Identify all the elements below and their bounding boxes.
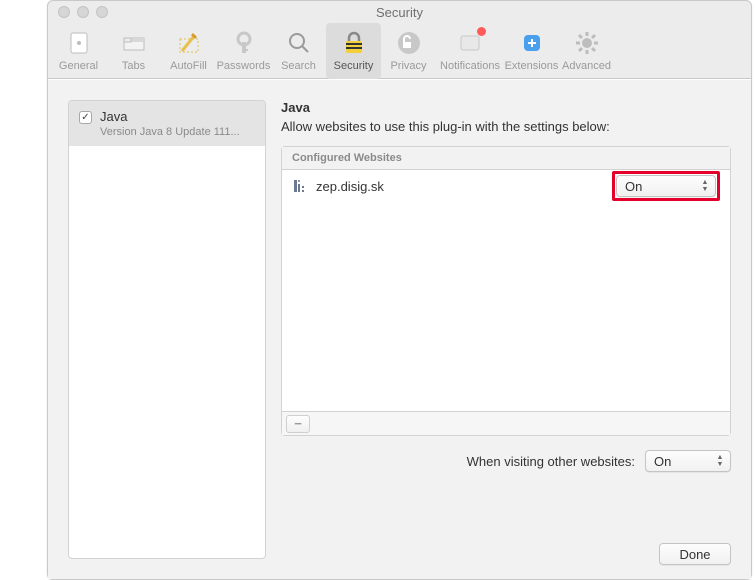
tab-extensions-label: Extensions: [505, 60, 559, 72]
search-icon: [283, 27, 315, 59]
done-button[interactable]: Done: [659, 543, 731, 565]
sidebar-item-java[interactable]: ✓ Java Version Java 8 Update 111...: [69, 101, 265, 146]
security-icon: [338, 27, 370, 59]
other-websites-row: When visiting other websites: On ▲▼: [281, 450, 731, 472]
site-favicon: [292, 178, 308, 194]
tab-security[interactable]: Security: [326, 23, 381, 79]
tab-search-label: Search: [281, 60, 316, 72]
passwords-icon: [228, 27, 260, 59]
chevron-up-down-icon: ▲▼: [713, 452, 727, 470]
content-area: ✓ Java Version Java 8 Update 111... Java…: [48, 79, 751, 579]
tabs-icon: [118, 27, 150, 59]
chevron-up-down-icon: ▲▼: [698, 177, 712, 195]
tab-general-label: General: [59, 60, 98, 72]
preferences-toolbar: General Tabs AutoFill Passwords Search: [48, 23, 751, 79]
preferences-window: Security General Tabs AutoFill Passwor: [47, 0, 752, 580]
notifications-icon: [454, 27, 486, 59]
tab-general[interactable]: General: [51, 23, 106, 79]
tab-advanced-label: Advanced: [562, 60, 611, 72]
tab-security-label: Security: [334, 60, 374, 72]
table-footer: −: [282, 411, 730, 435]
highlight-box: On ▲▼: [612, 171, 720, 201]
table-row[interactable]: zep.disig.sk On ▲▼: [282, 170, 730, 202]
titlebar: Security: [48, 1, 751, 23]
site-name: zep.disig.sk: [316, 179, 604, 194]
remove-site-button[interactable]: −: [286, 415, 310, 433]
extensions-icon: [516, 27, 548, 59]
general-icon: [63, 27, 95, 59]
tab-privacy[interactable]: Privacy: [381, 23, 436, 79]
tab-autofill-label: AutoFill: [170, 60, 207, 72]
tab-notifications-label: Notifications: [440, 60, 500, 72]
dialog-buttons: Done: [659, 543, 731, 565]
plugins-sidebar: ✓ Java Version Java 8 Update 111...: [68, 100, 266, 559]
detail-heading: Java: [281, 100, 731, 115]
tab-passwords-label: Passwords: [217, 60, 271, 72]
configured-websites-table: Configured Websites zep.disig.sk On ▲▼: [281, 146, 731, 436]
autofill-icon: [173, 27, 205, 59]
tab-autofill[interactable]: AutoFill: [161, 23, 216, 79]
detail-description: Allow websites to use this plug-in with …: [281, 119, 731, 134]
privacy-icon: [393, 27, 425, 59]
tab-tabs[interactable]: Tabs: [106, 23, 161, 79]
window-title: Security: [48, 5, 751, 20]
other-websites-value: On: [654, 454, 671, 469]
tab-extensions[interactable]: Extensions: [504, 23, 559, 79]
advanced-icon: [571, 27, 603, 59]
table-body: zep.disig.sk On ▲▼: [282, 170, 730, 411]
plugin-detail-panel: Java Allow websites to use this plug-in …: [281, 100, 731, 559]
tab-search[interactable]: Search: [271, 23, 326, 79]
tab-advanced[interactable]: Advanced: [559, 23, 614, 79]
plugin-version: Version Java 8 Update 111...: [100, 126, 240, 138]
tab-notifications[interactable]: Notifications: [436, 23, 504, 79]
site-permission-dropdown[interactable]: On ▲▼: [616, 175, 716, 197]
site-permission-value: On: [625, 179, 642, 194]
tab-tabs-label: Tabs: [122, 60, 145, 72]
tab-passwords[interactable]: Passwords: [216, 23, 271, 79]
table-header: Configured Websites: [282, 147, 730, 170]
tab-privacy-label: Privacy: [390, 60, 426, 72]
other-websites-dropdown[interactable]: On ▲▼: [645, 450, 731, 472]
other-websites-label: When visiting other websites:: [467, 454, 635, 469]
plugin-name: Java: [100, 109, 240, 124]
done-button-label: Done: [679, 547, 710, 562]
plugin-enable-checkbox[interactable]: ✓: [79, 111, 92, 124]
